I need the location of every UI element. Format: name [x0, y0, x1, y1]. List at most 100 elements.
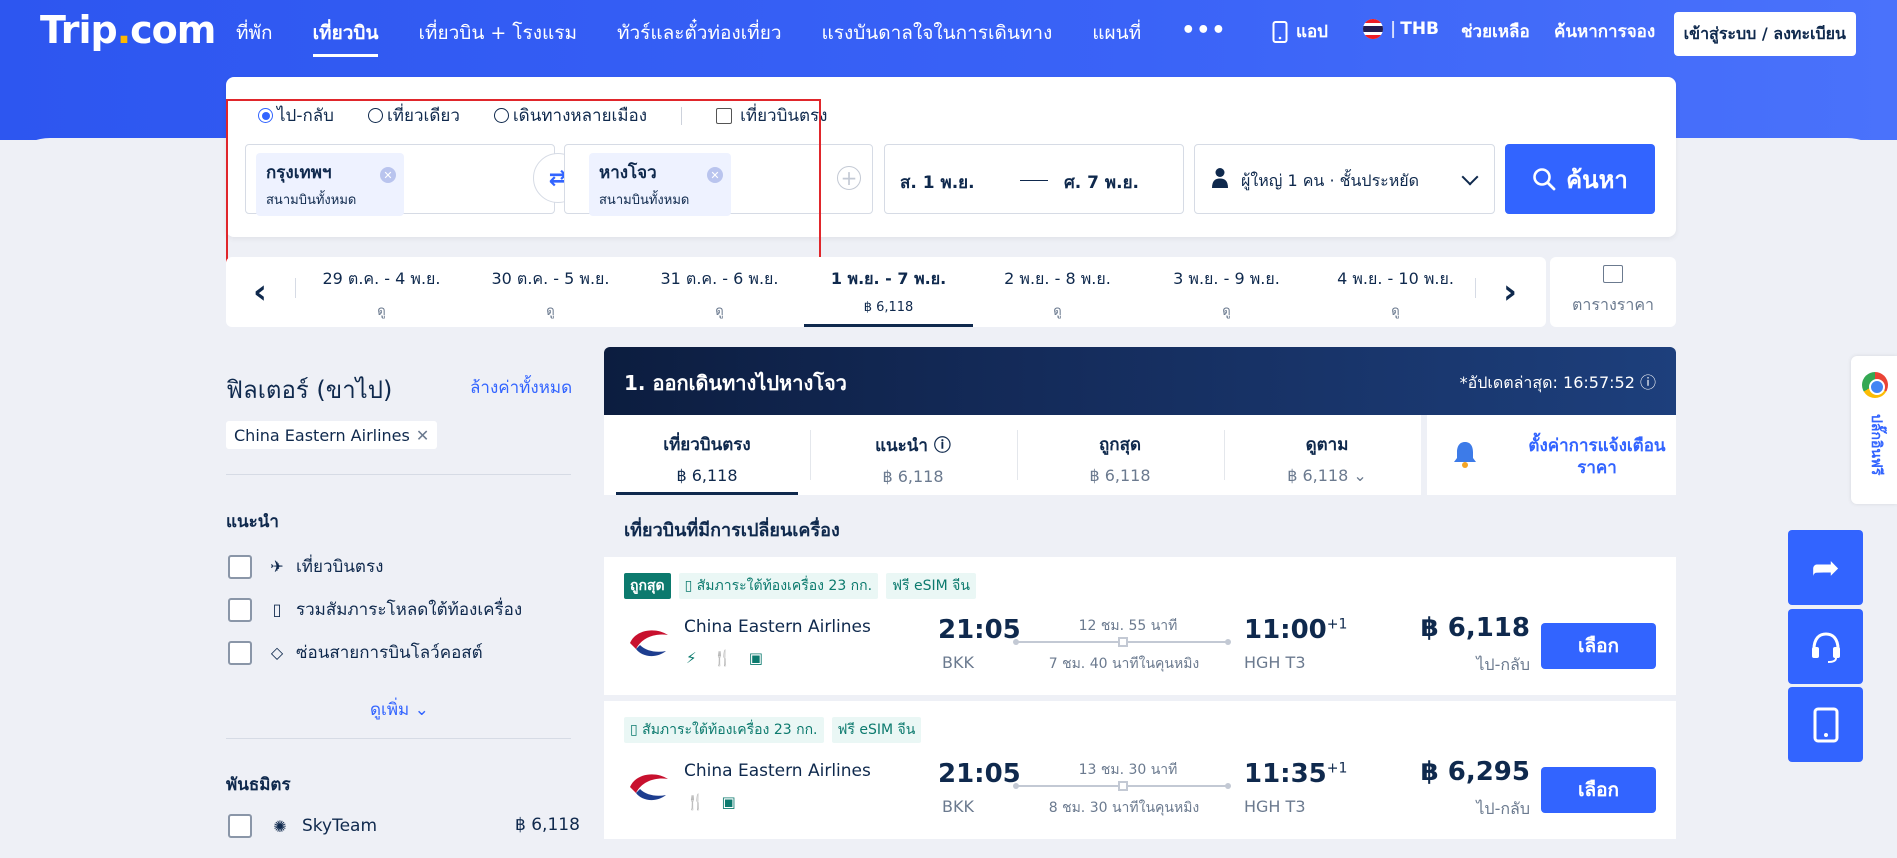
recommended-heading: แนะนำ: [226, 512, 279, 532]
divider: [226, 738, 571, 739]
share-arrow-icon: ➦: [1811, 547, 1840, 588]
price-alert-button[interactable]: ตั้งค่าการแจ้งเตือนราคา: [1421, 415, 1676, 495]
china-eastern-logo-icon: [630, 630, 668, 657]
app-link[interactable]: แอป: [1272, 18, 1328, 45]
checkbox-icon[interactable]: [228, 640, 252, 665]
select-flight-button[interactable]: เลือก: [1541, 623, 1656, 669]
passenger-class-field[interactable]: ผู้ใหญ่ 1 คน · ชั้นประหยัด: [1194, 144, 1495, 214]
trip-type-multicity[interactable]: เดินทางหลายเมือง: [493, 102, 647, 129]
origin-field[interactable]: กรุงเทพฯ สนามบินทั้งหมด ✕: [245, 144, 555, 216]
chevron-down-icon: [1461, 168, 1479, 186]
date-option[interactable]: 29 ต.ค. - 4 พ.ย. ดู: [297, 257, 466, 327]
date-option[interactable]: 2 พ.ย. - 8 พ.ย. ดู: [973, 257, 1142, 327]
login-register-button[interactable]: เข้าสู่ระบบ / ลงทะเบียน: [1673, 12, 1856, 56]
chrome-extension-tab[interactable]: ปลั๊กอินฟรี: [1851, 356, 1897, 504]
remove-tag-icon[interactable]: ✕: [416, 426, 429, 445]
trip-logo[interactable]: Trip.com: [40, 8, 216, 52]
checkbox-icon[interactable]: [228, 554, 252, 579]
more-menu-icon[interactable]: •••: [1181, 18, 1226, 57]
baggage-badge: ▯ สัมภาระใต้ท้องเครื่อง 23 กก.: [624, 717, 824, 743]
destination-field[interactable]: หางโจว สนามบินทั้งหมด ✕: [564, 144, 873, 216]
date-option[interactable]: 31 ต.ค. - 6 พ.ย. ดู: [635, 257, 804, 327]
layover-info: 8 ชม. 30 นาทีในคุนหมิง: [1048, 800, 1200, 816]
clear-all-filters-link[interactable]: ล้างค่าทั้งหมด: [470, 374, 572, 401]
date-option[interactable]: 4 พ.ย. - 10 พ.ย. ดู: [1311, 257, 1480, 327]
active-filter-tag[interactable]: China Eastern Airlines ✕: [226, 421, 438, 449]
info-icon: ⓘ: [933, 436, 951, 456]
add-destination-icon[interactable]: +: [837, 166, 861, 190]
nav-tours-tickets[interactable]: ทัวร์และตั๋วท่องเที่ยว: [617, 18, 782, 57]
filter-checked-baggage[interactable]: ▯ รวมสัมภาระโหลดใต้ท้องเครื่อง: [228, 596, 522, 623]
sort-tab-cheapest[interactable]: ถูกสุด฿ 6,118: [1017, 415, 1223, 495]
divider: [226, 474, 571, 475]
trip-type-oneway[interactable]: เที่ยวเดียว: [367, 102, 460, 129]
sort-tab-direct[interactable]: เที่ยวบินตรง฿ 6,118: [604, 415, 810, 495]
arrival-time: 11:00+1: [1244, 615, 1348, 645]
filter-skyteam[interactable]: ✺ SkyTeam: [228, 814, 377, 838]
origin-airport: สนามบินทั้งหมด: [266, 193, 357, 208]
mobile-app-button[interactable]: [1788, 687, 1863, 762]
nav-hotels[interactable]: ที่พัก: [236, 18, 273, 57]
prev-dates-button[interactable]: ‹: [240, 270, 280, 314]
airline-name: China Eastern Airlines: [684, 617, 871, 637]
support-button[interactable]: [1788, 609, 1863, 684]
filter-hide-lowcost[interactable]: ◇ ซ่อนสายการบินโลว์คอสต์: [228, 639, 483, 666]
cheapest-badge: ถูกสุด: [624, 573, 671, 599]
section-title: เที่ยวบินที่มีการเปลี่ยนเครื่อง: [624, 520, 840, 541]
share-button[interactable]: ➦: [1788, 530, 1863, 605]
layover-info: 7 ชม. 40 นาทีในคุนหมิง: [1048, 656, 1200, 672]
nav-flight-hotel[interactable]: เที่ยวบิน + โรงแรม: [418, 18, 577, 57]
direct-flights-checkbox[interactable]: เที่ยวบินตรง: [716, 102, 827, 129]
chevron-right-icon: ›: [1502, 272, 1517, 312]
luggage-icon: ▯: [684, 578, 697, 594]
alliance-heading: พันธมิตร: [226, 775, 291, 795]
flight-card[interactable]: ถูกสุด ▯ สัมภาระใต้ท้องเครื่อง 23 กก. ฟร…: [604, 557, 1676, 695]
departure-airport: BKK: [942, 653, 974, 672]
stop-marker: [1118, 637, 1128, 647]
luggage-icon: ▯: [272, 600, 282, 619]
trip-type-selector: ไป-กลับ เที่ยวเดียว เดินทางหลายเมือง เที…: [258, 102, 861, 129]
origin-chip: กรุงเทพฯ สนามบินทั้งหมด ✕: [256, 153, 404, 216]
divider: [1475, 278, 1476, 298]
tag-icon: ◇: [270, 643, 284, 662]
airline-name: China Eastern Airlines: [684, 761, 871, 781]
date-field[interactable]: ส. 1 พ.ย. ศ. 7 พ.ย.: [884, 144, 1184, 214]
trip-type-roundtrip[interactable]: ไป-กลับ: [258, 102, 334, 129]
nav-flights[interactable]: เที่ยวบิน: [312, 18, 379, 57]
price-calendar-button[interactable]: ตารางราคา: [1550, 257, 1676, 327]
sort-tab-by[interactable]: ดูตาม฿ 6,118 ⌄: [1224, 415, 1430, 495]
checkbox-icon[interactable]: [228, 814, 252, 838]
arrival-time: 11:35+1: [1244, 759, 1348, 789]
find-booking-link[interactable]: ค้นหาการจอง: [1554, 18, 1655, 45]
date-option-selected[interactable]: 1 พ.ย. - 7 พ.ย. ฿ 6,118: [804, 257, 973, 327]
divider: [295, 278, 296, 298]
filter-title: ฟิลเตอร์ (ขาไป): [226, 376, 393, 404]
help-link[interactable]: ช่วยเหลือ: [1461, 18, 1530, 45]
main-nav: ที่พัก เที่ยวบิน เที่ยวบิน + โรงแรม ทัวร…: [236, 18, 1226, 57]
mobile-phone-icon: [1813, 707, 1838, 742]
flight-duration: 13 ชม. 30 นาที: [1078, 762, 1178, 778]
baggage-badge: ▯ สัมภาระใต้ท้องเครื่อง 23 กก.: [678, 573, 879, 599]
nav-map[interactable]: แผนที่: [1092, 18, 1141, 57]
see-more-link[interactable]: ดูเพิ่ม ⌄: [370, 696, 429, 723]
next-dates-button[interactable]: ›: [1490, 270, 1530, 314]
currency-selector[interactable]: | THB: [1362, 18, 1439, 40]
clear-destination-icon[interactable]: ✕: [707, 167, 723, 183]
esim-badge: ฟรี eSIM จีน: [886, 573, 976, 599]
clear-origin-icon[interactable]: ✕: [380, 167, 396, 183]
flight-card[interactable]: ▯ สัมภาระใต้ท้องเครื่อง 23 กก. ฟรี eSIM …: [604, 701, 1676, 839]
nav-inspiration[interactable]: แรงบันดาลใจในการเดินทาง: [822, 18, 1053, 57]
select-flight-button[interactable]: เลือก: [1541, 767, 1656, 813]
luggage-icon: ▯: [630, 722, 643, 738]
headset-icon: [1811, 631, 1840, 663]
date-option[interactable]: 30 ต.ค. - 5 พ.ย. ดู: [466, 257, 635, 327]
sort-tab-recommended[interactable]: แนะนำ ⓘ ฿ 6,118: [810, 415, 1016, 495]
info-icon[interactable]: ⓘ: [1640, 373, 1656, 392]
destination-chip: หางโจว สนามบินทั้งหมด ✕: [589, 153, 731, 216]
search-button[interactable]: ค้นหา: [1505, 144, 1655, 214]
date-option[interactable]: 3 พ.ย. - 9 พ.ย. ดู: [1142, 257, 1311, 327]
checkbox-icon[interactable]: [228, 597, 252, 622]
filter-direct-flights[interactable]: ✈ เที่ยวบินตรง: [228, 553, 383, 580]
arrival-airport: HGH T3: [1244, 653, 1306, 672]
price-note: ไป-กลับ: [1476, 799, 1530, 818]
